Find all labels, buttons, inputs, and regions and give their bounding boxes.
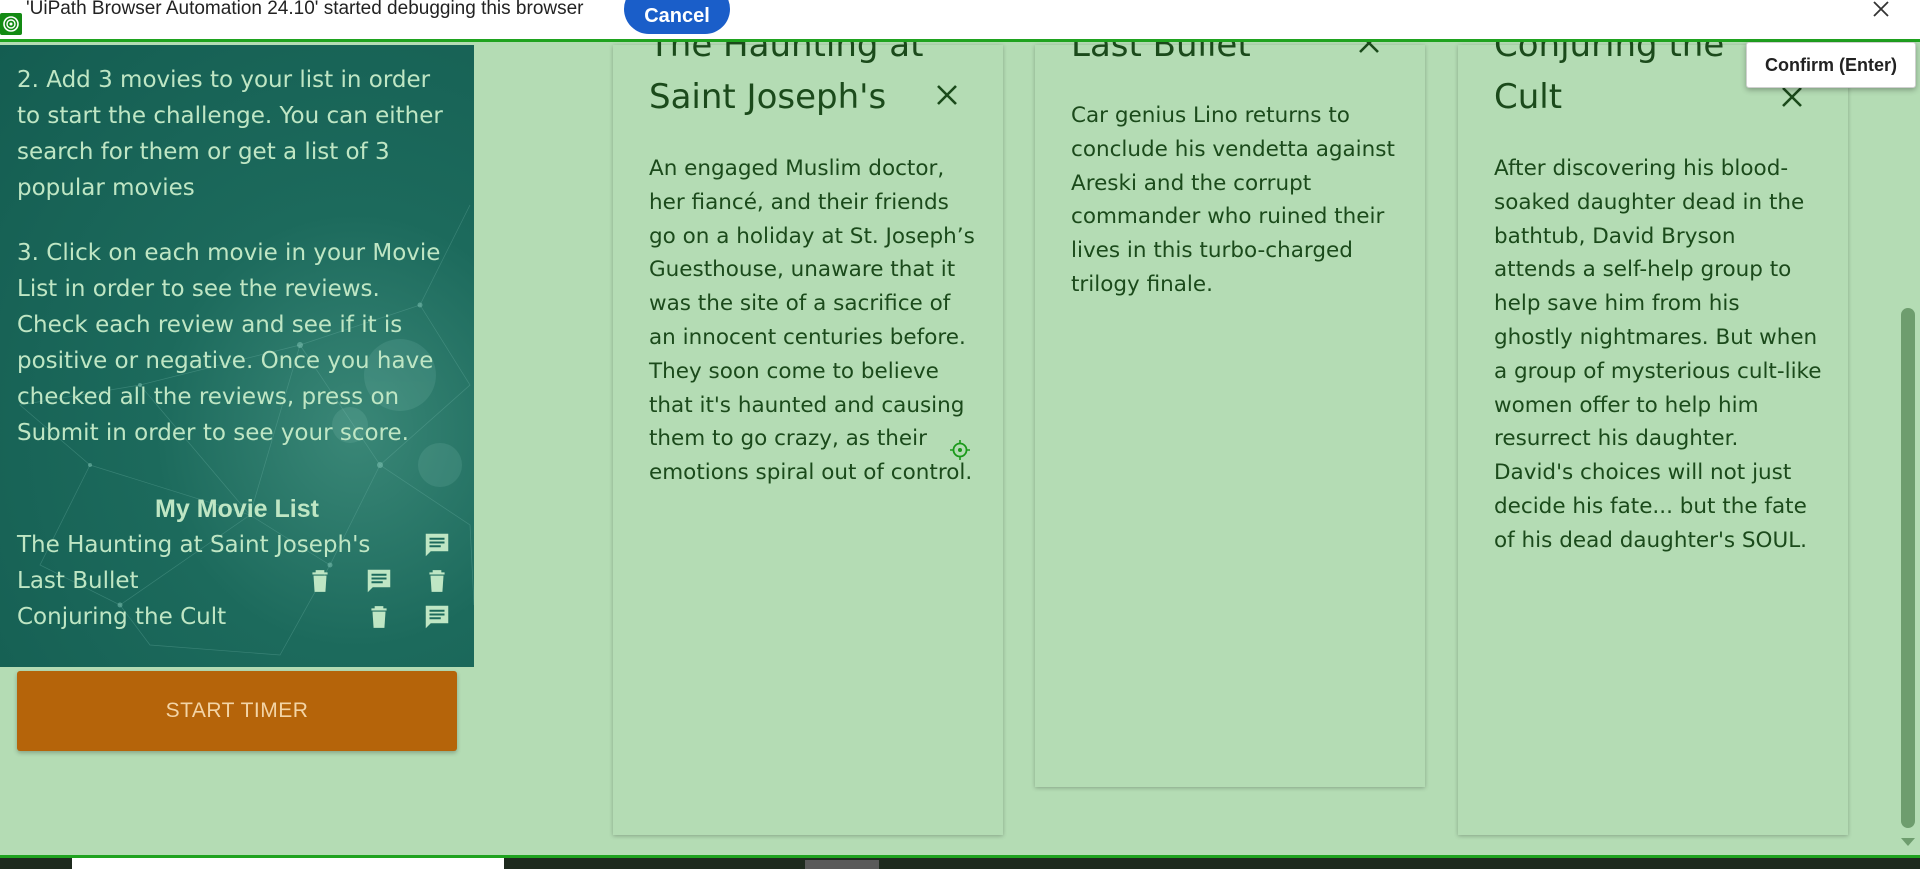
taskbar-item[interactable] [805,860,879,869]
comment-icon[interactable] [422,602,452,632]
scroll-down-arrow-icon[interactable] [1901,838,1915,846]
movie-list-item[interactable]: Conjuring the Cult [17,599,457,635]
movie-list-item-title[interactable]: Last Bullet [17,563,139,599]
target-marker-icon [950,440,970,460]
trash-icon[interactable] [305,566,335,596]
taskbar-window-thumbnail[interactable] [72,858,504,869]
movie-list-item-title[interactable]: The Haunting at Saint Joseph's [17,527,370,563]
trash-icon[interactable] [422,566,452,596]
cancel-debugging-button[interactable]: Cancel [624,0,730,34]
close-banner-icon[interactable] [1866,0,1896,24]
uipath-logo-icon [0,13,22,35]
card-description: Car genius Lino returns to conclude his … [1071,103,1395,297]
close-card-icon[interactable] [931,79,963,111]
debug-banner: 'UiPath Browser Automation 24.10' starte… [0,0,1920,42]
debug-message: 'UiPath Browser Automation 24.10' starte… [26,0,584,19]
movie-list-item-title[interactable]: Conjuring the Cult [17,599,226,635]
movie-list-heading: My Movie List [155,495,319,523]
confirm-button[interactable]: Confirm (Enter) [1746,42,1916,88]
movie-review-card: Last Bullet Car genius Lino returns to c… [1035,25,1425,787]
instruction-step-3: 3. Click on each movie in your Movie Lis… [17,240,441,446]
instructions-panel: 2. Add 3 movies to your list in order to… [0,45,474,667]
comment-icon[interactable] [422,530,452,560]
instruction-step-2: 2. Add 3 movies to your list in order to… [17,67,443,201]
start-timer-button[interactable]: START TIMER [17,671,457,751]
card-description: After discovering his blood-soaked daugh… [1494,156,1822,553]
trash-icon[interactable] [364,602,394,632]
movie-list-item[interactable]: The Haunting at Saint Joseph's [17,527,457,563]
movie-list-item[interactable]: Last Bullet [17,563,457,599]
movie-review-card: Conjuring the Cult After discovering his… [1458,25,1848,835]
movie-review-card: The Haunting at Saint Joseph's An engage… [613,25,1003,835]
page-scrollbar-thumb[interactable] [1901,308,1915,828]
card-description: An engaged Muslim doctor, her fiancé, an… [649,156,975,486]
comment-icon[interactable] [364,566,394,596]
